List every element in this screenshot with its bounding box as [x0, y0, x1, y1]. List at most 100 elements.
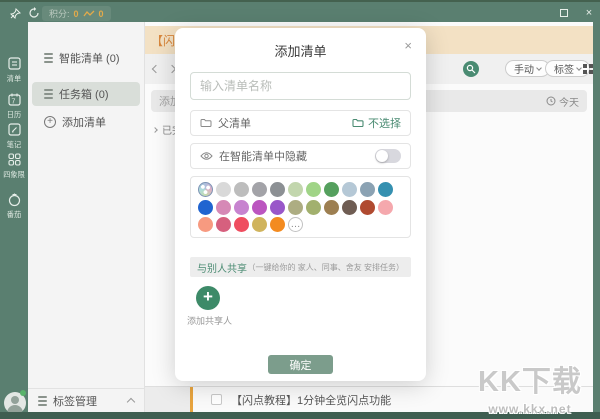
color-palette: … [190, 176, 411, 238]
parent-list-row[interactable]: 父清单 不选择 [190, 110, 411, 136]
tomato-icon [8, 193, 20, 207]
rail-item-pomodoro[interactable]: 番茄 [0, 192, 28, 220]
sort-mode-button[interactable]: 手动 [505, 60, 550, 77]
rail-item-calendar[interactable]: 7 日历 [0, 92, 28, 120]
rail-item-label: 四象限 [3, 170, 25, 179]
close-window-button[interactable]: × [581, 5, 597, 21]
panel-item-smart-lists[interactable]: 智能清单 (0) [44, 50, 120, 66]
calendar-icon: 7 [7, 93, 21, 106]
sync-refresh-icon[interactable] [27, 6, 41, 20]
panel-item-inbox[interactable]: 任务箱 (0) [32, 82, 140, 106]
list-name-input[interactable] [190, 72, 411, 100]
tag-manage-label: 标签管理 [53, 395, 97, 408]
more-colors-button[interactable]: … [288, 217, 303, 232]
rail-item-quadrant[interactable]: 四象限 [0, 152, 28, 180]
site-watermark: KK下载 www.kkx.net [478, 358, 582, 416]
color-swatch[interactable] [198, 199, 213, 215]
list-icon [7, 57, 21, 70]
rail-item-lists[interactable]: 清单 [0, 56, 28, 84]
color-swatch[interactable] [378, 182, 393, 197]
points-label: 积分: [49, 9, 70, 19]
color-swatch[interactable] [288, 199, 303, 215]
inbox-icon [44, 89, 53, 99]
color-swatch[interactable] [216, 217, 231, 232]
share-section-header: 与别人共享 （一键给你的 家人、同事、舍友 安排任务） [190, 257, 411, 277]
right-window-edge [593, 22, 600, 412]
add-member-label: 添加共享人 [187, 316, 233, 326]
share-label: 与别人共享 [197, 263, 247, 275]
color-swatch[interactable] [360, 199, 375, 215]
rail-item-label: 清单 [6, 74, 22, 83]
watermark-logo: KK下载 [478, 366, 582, 398]
panel-item-add-list[interactable]: + 添加清单 [44, 114, 106, 130]
color-swatch[interactable] [234, 217, 249, 232]
color-swatch[interactable] [198, 217, 213, 232]
color-swatch[interactable] [306, 199, 321, 215]
task-checkbox[interactable] [211, 394, 222, 405]
folder-open-icon [352, 118, 364, 128]
color-swatch[interactable] [324, 182, 339, 197]
color-swatch[interactable] [288, 182, 303, 197]
list-panel: 智能清单 (0) 任务箱 (0) + 添加清单 标签管理 [28, 22, 145, 412]
back-arrow-icon[interactable] [150, 63, 162, 75]
color-swatch[interactable] [216, 182, 231, 197]
eye-icon [200, 152, 213, 160]
rail-item-label: 笔记 [6, 140, 22, 149]
color-swatch[interactable] [270, 182, 285, 197]
chevron-down-icon [536, 64, 542, 71]
smart-list-icon [44, 53, 53, 63]
quadrant-icon [7, 153, 21, 166]
color-swatch[interactable] [252, 199, 267, 215]
avatar-head [11, 396, 19, 404]
panel-item-label: 添加清单 [62, 117, 106, 129]
note-icon [7, 123, 21, 136]
color-swatch[interactable] [234, 199, 249, 215]
hide-toggle[interactable] [375, 149, 401, 163]
color-swatch[interactable] [342, 182, 357, 197]
color-swatch[interactable] [252, 217, 267, 232]
task-title: 【闪点教程】1分钟全览闪点功能 [231, 394, 392, 407]
modal-close-icon[interactable]: × [404, 38, 412, 53]
rail-item-notes[interactable]: 笔记 [0, 122, 28, 150]
tag-filter-label: 标签 [554, 65, 574, 76]
pin-icon[interactable] [8, 6, 22, 20]
hide-in-smart-list-row[interactable]: 在智能清单中隐藏 [190, 143, 411, 169]
due-today-control[interactable]: 今天 [546, 94, 579, 109]
svg-text:7: 7 [11, 99, 15, 106]
share-hint: （一键给你的 家人、同事、舍友 安排任务） [247, 262, 404, 272]
tag-manage-row[interactable]: 标签管理 [28, 388, 144, 412]
expand-chevron-icon [152, 126, 158, 133]
search-icon [466, 64, 476, 74]
trend-icon [83, 10, 95, 18]
sort-mode-label: 手动 [514, 65, 534, 76]
add-member-button[interactable]: + [196, 286, 220, 310]
color-swatch[interactable] [378, 199, 393, 215]
color-swatch[interactable] [270, 217, 285, 232]
watermark-url: www.kkx.net [488, 402, 572, 416]
custom-color-swatch[interactable] [198, 182, 213, 197]
parent-list-label: 父清单 [218, 118, 251, 130]
add-list-modal: 添加清单 × 父清单 不选择 在智能清单中隐藏 … 与别人共享 （一键给你的 家… [175, 28, 426, 381]
hide-label: 在智能清单中隐藏 [219, 151, 307, 163]
color-swatch[interactable] [324, 199, 339, 215]
panel-item-label: 智能清单 (0) [59, 53, 120, 65]
panel-item-label: 任务箱 (0) [59, 89, 109, 101]
color-swatch[interactable] [360, 182, 375, 197]
color-swatch[interactable] [306, 182, 321, 197]
collapse-chevron-icon[interactable] [126, 397, 136, 407]
parent-list-value[interactable]: 不选择 [352, 115, 401, 131]
app-window: 积分: 0 0 × 清单 7 日历 笔记 四象限 番茄 智能清单 (0) 任务箱… [0, 0, 600, 419]
titlebar: 积分: 0 0 × [0, 0, 600, 22]
confirm-button[interactable]: 确定 [268, 355, 333, 374]
search-button[interactable] [463, 61, 479, 77]
circle-plus-icon: + [44, 116, 56, 128]
menu-icon [38, 395, 47, 406]
maximize-button[interactable] [556, 5, 572, 21]
points-badge[interactable]: 积分: 0 0 [42, 6, 111, 21]
color-swatch[interactable] [270, 199, 285, 215]
trend-value: 0 [98, 8, 104, 19]
color-swatch[interactable] [234, 182, 249, 197]
color-swatch[interactable] [252, 182, 267, 197]
color-swatch[interactable] [216, 199, 231, 215]
color-swatch[interactable] [342, 199, 357, 215]
